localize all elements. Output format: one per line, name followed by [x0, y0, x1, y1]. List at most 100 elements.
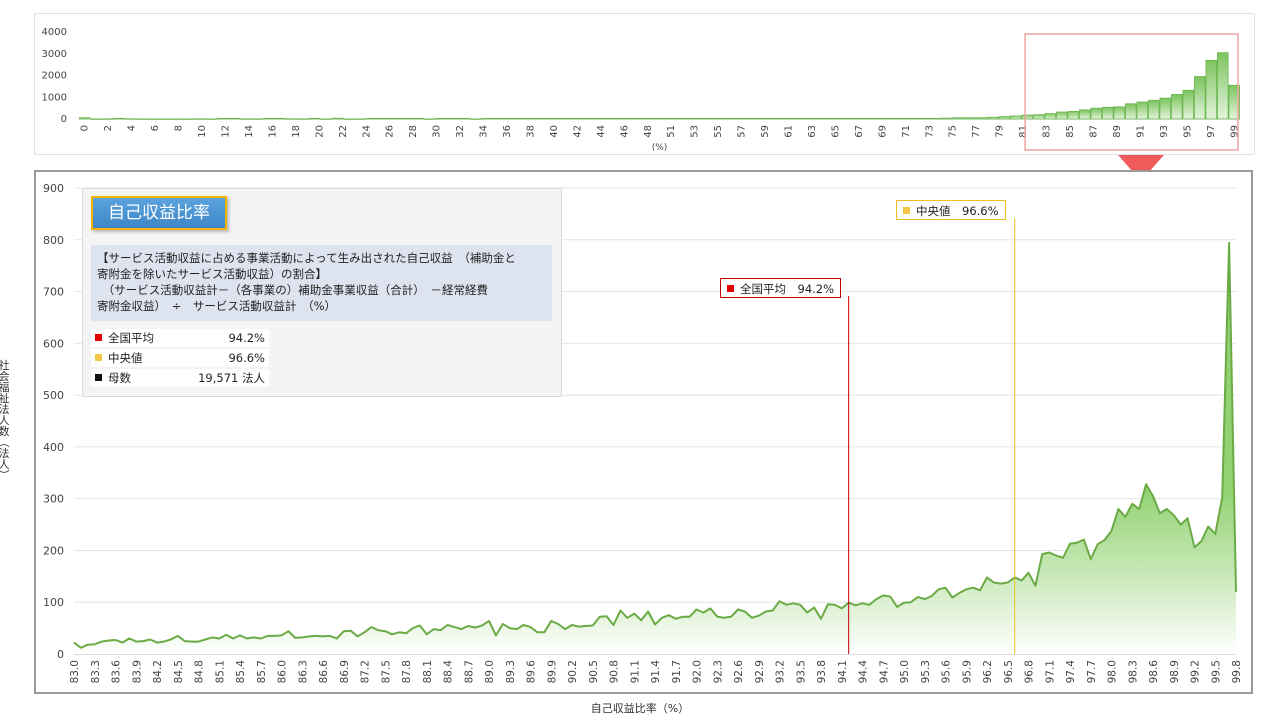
histogram-bar	[308, 117, 321, 120]
average-color-swatch	[95, 334, 102, 341]
x-tick-label: 83.0	[69, 660, 81, 683]
histogram-bar	[1205, 59, 1218, 120]
histogram-bar	[435, 117, 447, 120]
x-tick-label: 89	[1112, 125, 1123, 138]
histogram-bar	[492, 117, 505, 120]
x-tick-label: 91.7	[671, 660, 683, 683]
histogram-bar	[1182, 89, 1195, 120]
x-tick-label: 94.1	[837, 660, 849, 683]
histogram-bar	[251, 118, 263, 120]
histogram-bar	[803, 117, 815, 120]
x-tick-label: 65	[830, 125, 841, 138]
y-tick-label: 800	[43, 234, 64, 247]
histogram-bar	[1217, 52, 1229, 120]
histogram-bar	[1113, 106, 1126, 120]
stat-label: 中央値	[108, 351, 143, 365]
x-tick-label: 99.2	[1190, 660, 1202, 683]
histogram-bar	[780, 117, 792, 120]
histogram-bar	[1148, 99, 1160, 120]
histogram-bar	[1171, 94, 1183, 120]
x-axis-title: 自己収益比率（%）	[590, 702, 690, 715]
x-tick-label: 55	[713, 125, 724, 138]
histogram-bar	[400, 117, 413, 120]
histogram-bar	[607, 117, 620, 120]
x-tick-label: 57	[737, 125, 748, 138]
histogram-bar	[975, 117, 988, 120]
histogram-bar	[941, 117, 953, 120]
x-tick-label: 81	[1018, 125, 1029, 138]
y-tick-label: 900	[43, 182, 64, 195]
x-tick-label: 89.3	[505, 660, 517, 683]
stat-label-cell: 母数	[91, 369, 169, 387]
histogram-bar	[883, 117, 896, 120]
histogram-bar	[377, 117, 390, 120]
x-tick-label: 92.6	[733, 660, 745, 684]
x-tick-label: 90.2	[567, 660, 579, 683]
y-axis-title: 社会福祉法人数（法人）	[0, 359, 10, 481]
x-tick-label: 22	[338, 125, 349, 138]
x-tick-label: 61	[784, 125, 795, 138]
x-tick-label: 92.3	[712, 660, 724, 683]
histogram-bar	[159, 118, 171, 120]
x-tick-label: 91	[1135, 125, 1146, 138]
histogram-bar	[343, 118, 355, 120]
x-tick-label: 96.2	[982, 660, 994, 683]
x-tick-label: 98.3	[1127, 660, 1139, 683]
histogram-bar	[538, 117, 551, 120]
x-tick-label: 8	[174, 125, 185, 131]
histogram-bar	[90, 118, 102, 120]
x-tick-label: 96.8	[1024, 660, 1036, 683]
histogram-bar	[1067, 110, 1080, 120]
histogram-bar	[182, 118, 194, 120]
x-tick-label: 20	[314, 125, 325, 138]
histogram-bar	[412, 117, 424, 120]
median-color-swatch	[95, 354, 102, 361]
x-tick-label: 26	[385, 125, 396, 138]
histogram-bar	[1033, 114, 1045, 120]
x-tick-label: 16	[267, 125, 278, 138]
x-tick-label: 85	[1065, 125, 1076, 138]
stat-row-count: 母数 19,571 法人	[91, 369, 269, 387]
y-tick-label: 4000	[42, 27, 67, 38]
histogram-bar	[837, 117, 850, 120]
y-tick-label: 500	[43, 389, 64, 402]
stat-value: 94.2%	[169, 329, 269, 347]
x-tick-label: 95.6	[941, 660, 953, 684]
histogram-bar	[331, 117, 344, 120]
x-tick-label: 30	[432, 125, 443, 138]
y-tick-label: 200	[43, 544, 64, 557]
histogram-bar	[262, 117, 275, 120]
histogram-bar	[354, 118, 367, 120]
histogram-bar	[1194, 76, 1206, 120]
x-tick-label: 6	[150, 125, 161, 131]
x-tick-label: 38	[525, 125, 536, 138]
x-tick-label: 83.9	[131, 660, 143, 683]
average-marker-swatch	[727, 285, 734, 292]
histogram-bar	[101, 118, 114, 120]
x-tick-label: 83.6	[111, 660, 123, 684]
statistics-table: 全国平均 94.2% 中央値 96.6% 母数 19,571 法人	[91, 327, 269, 389]
histogram-bar	[745, 117, 758, 120]
x-tick-label: 46	[619, 125, 630, 138]
x-tick-label: 89.6	[526, 660, 538, 684]
histogram-bar	[550, 117, 562, 120]
x-tick-label: 86.3	[297, 660, 309, 683]
y-tick-label: 0	[57, 648, 64, 661]
x-tick-label: 34	[479, 125, 490, 138]
x-tick-label: 85.1	[214, 660, 226, 683]
y-tick-label: 600	[43, 337, 64, 350]
x-tick-label: 91.4	[650, 660, 662, 684]
histogram-bar	[630, 117, 643, 120]
histogram-bar	[113, 117, 125, 120]
histogram-bar	[515, 117, 528, 120]
x-tick-label: 93.5	[795, 660, 807, 683]
histogram-bar	[147, 118, 160, 120]
description-line: 寄附金を除いたサービス活動収益）の割合】	[97, 267, 327, 281]
x-tick-label: 87.5	[380, 660, 392, 683]
x-tick-label: 85.4	[235, 660, 247, 684]
x-tick-label: 89.0	[484, 660, 496, 683]
histogram-bar	[79, 117, 91, 120]
histogram-bar	[734, 117, 746, 120]
histogram-bar	[446, 117, 459, 120]
x-tick-label: 98.0	[1107, 660, 1119, 683]
